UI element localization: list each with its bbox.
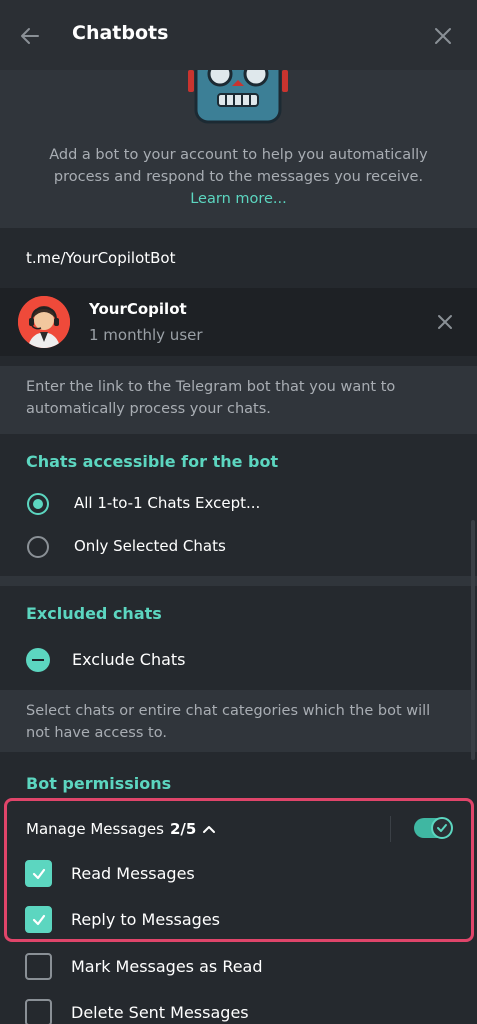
access-section: Chats accessible for the bot All 1-to-1 … [0, 434, 477, 576]
section-divider [0, 576, 477, 586]
minus-circle-icon [26, 648, 50, 672]
learn-more-link[interactable]: Learn more... [190, 191, 287, 207]
hero-description-text: Add a bot to your account to help you au… [49, 147, 428, 185]
radio-button-selected[interactable] [27, 493, 49, 515]
excluded-section: Excluded chats Exclude Chats [0, 586, 477, 690]
check-icon [32, 914, 45, 925]
manage-messages-count: 2/5 [170, 820, 197, 838]
bot-link-row[interactable]: t.me/YourCopilotBot [0, 228, 477, 288]
bot-link-value[interactable]: t.me/YourCopilotBot [26, 249, 175, 267]
toggle-knob [431, 817, 453, 839]
checkbox-checked[interactable] [25, 906, 52, 933]
section-title-permissions: Bot permissions [26, 774, 172, 793]
close-icon [438, 315, 452, 329]
bot-item: YourCopilot 1 monthly user [0, 288, 477, 356]
close-button[interactable] [429, 22, 457, 50]
bot-name: YourCopilot [89, 300, 187, 318]
check-icon [32, 868, 45, 879]
hero-description: Add a bot to your account to help you au… [40, 144, 437, 210]
hero-section: Add a bot to your account to help you au… [0, 70, 477, 228]
radio-only-selected-chats[interactable]: Only Selected Chats [0, 527, 477, 567]
arrow-left-icon [21, 28, 39, 44]
radio-label: All 1-to-1 Chats Except... [74, 494, 261, 512]
manage-messages-label[interactable]: Manage Messages [26, 820, 164, 838]
manage-messages-row[interactable]: Manage Messages 2/5 [0, 808, 477, 848]
radio-button[interactable] [27, 536, 49, 558]
permission-label: Read Messages [71, 864, 195, 883]
bot-avatar-image [18, 296, 70, 348]
remove-bot-button[interactable] [433, 310, 457, 334]
permission-reply-to-messages[interactable]: Reply to Messages [0, 896, 477, 940]
section-title-excluded: Excluded chats [26, 604, 162, 623]
robot-icon [188, 70, 288, 124]
manage-messages-toggle[interactable] [414, 817, 453, 839]
permission-mark-as-read[interactable]: Mark Messages as Read [0, 943, 477, 987]
vertical-divider [390, 816, 391, 842]
exclude-chats-label: Exclude Chats [72, 650, 186, 669]
checkbox-checked[interactable] [25, 860, 52, 887]
page-title: Chatbots [72, 22, 169, 44]
section-title-access: Chats accessible for the bot [26, 452, 279, 471]
permission-label: Reply to Messages [71, 910, 221, 929]
chevron-up-icon[interactable] [202, 822, 216, 836]
radio-label: Only Selected Chats [74, 537, 226, 555]
avatar [18, 296, 70, 348]
scrollbar[interactable] [471, 520, 475, 760]
permission-label: Delete Sent Messages [71, 1003, 249, 1022]
info-text: Enter the link to the Telegram bot that … [0, 366, 477, 434]
header: Chatbots [0, 0, 477, 70]
checkbox[interactable] [25, 953, 52, 980]
check-icon [437, 824, 447, 832]
permission-label: Mark Messages as Read [71, 957, 263, 976]
excluded-hint: Select chats or entire chat categories w… [0, 690, 477, 752]
bot-users: 1 monthly user [89, 326, 203, 344]
back-button[interactable] [16, 22, 44, 50]
radio-all-chats-except[interactable]: All 1-to-1 Chats Except... [0, 484, 477, 524]
permission-delete-sent-messages[interactable]: Delete Sent Messages [0, 989, 477, 1024]
chatbots-panel: Chatbots Add a bot to your account to he… [0, 0, 477, 1024]
permission-read-messages[interactable]: Read Messages [0, 850, 477, 894]
checkbox[interactable] [25, 999, 52, 1024]
exclude-chats-button[interactable]: Exclude Chats [0, 638, 477, 682]
close-icon [435, 28, 451, 44]
